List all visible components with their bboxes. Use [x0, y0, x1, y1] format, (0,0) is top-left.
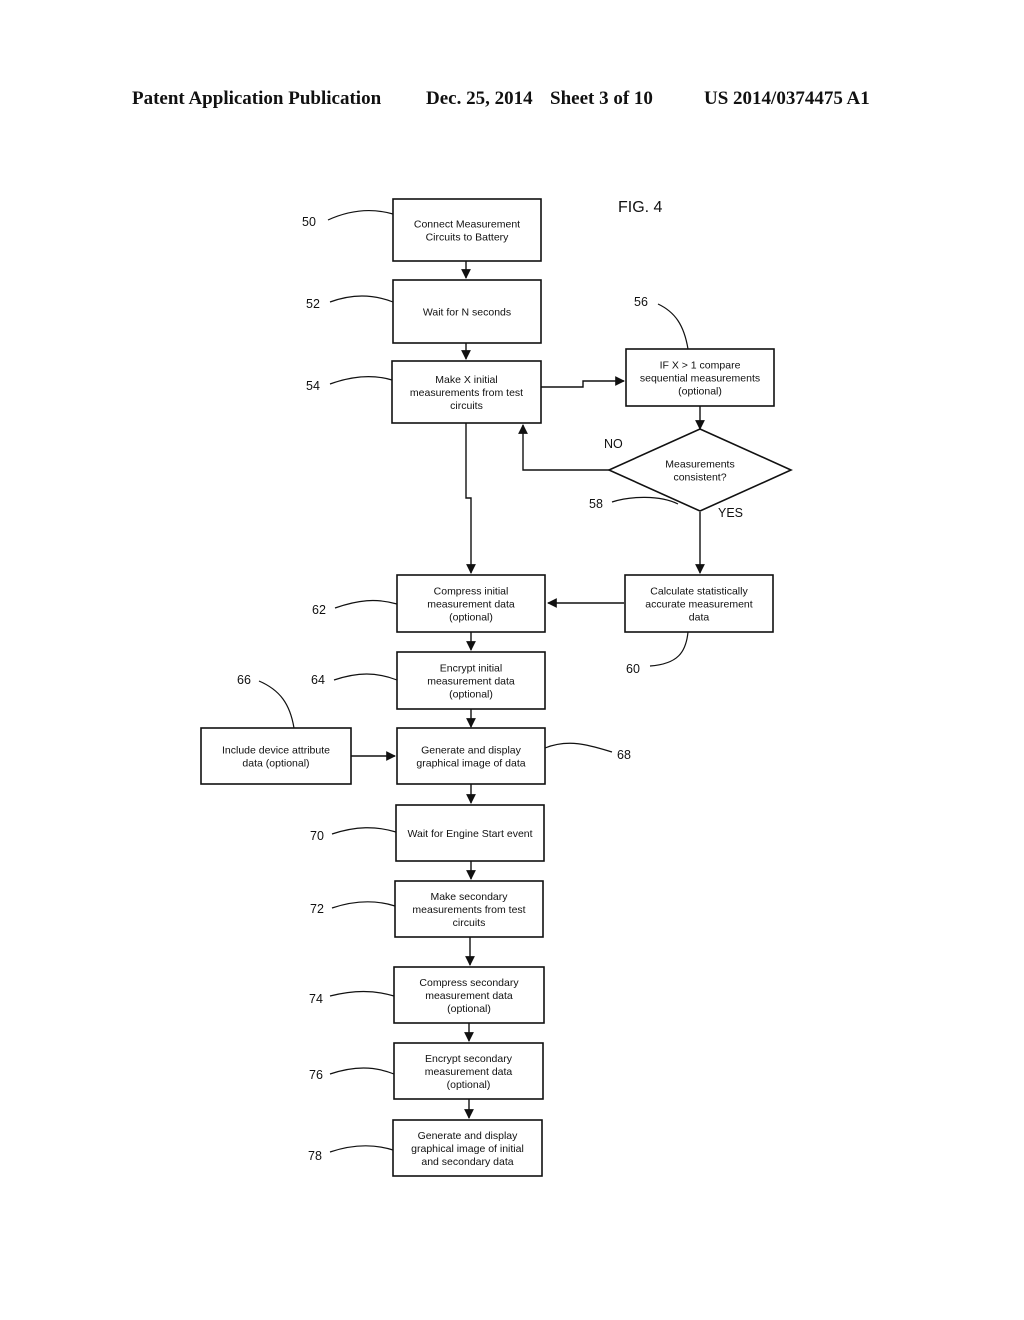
figure-label: FIG. 4 — [618, 199, 663, 216]
step-text-line: measurement data — [427, 599, 515, 611]
reference-numeral: 64 — [311, 673, 325, 687]
no-label: NO — [604, 437, 623, 451]
step-text-line: IF X > 1 compare — [660, 360, 741, 372]
reference-leader-line — [331, 827, 397, 835]
reference-numeral: 66 — [237, 673, 251, 687]
step-text-line: (optional) — [447, 1003, 491, 1015]
reference-numeral: 70 — [310, 829, 324, 843]
step-54: Make X initialmeasurements from testcirc… — [306, 360, 542, 424]
step-76: Encrypt secondarymeasurement data(option… — [309, 1042, 544, 1100]
step-text-line: data (optional) — [242, 758, 309, 770]
step-text-line: (optional) — [449, 689, 493, 701]
reference-leader-line — [611, 496, 679, 505]
reference-numeral: 62 — [312, 603, 326, 617]
reference-leader-line — [333, 673, 398, 681]
step-text-line: measurements from test — [412, 904, 525, 916]
step-text-line: Compress secondary — [419, 977, 519, 989]
step-text-line: circuits — [450, 400, 483, 412]
reference-numeral: 78 — [308, 1149, 322, 1163]
step-text-line: Make X initial — [435, 374, 497, 386]
step-text-line: (optional) — [678, 386, 722, 398]
step-text-line: and secondary data — [421, 1156, 513, 1168]
step-50: Connect MeasurementCircuits to Battery 50 — [302, 198, 542, 262]
step-text-line: Include device attribute — [222, 745, 330, 757]
reference-leader-line — [329, 990, 395, 997]
step-text-line: accurate measurement — [645, 599, 752, 611]
reference-numeral: 58 — [589, 497, 603, 511]
step-64: Encrypt initialmeasurement data(optional… — [311, 651, 546, 710]
reference-leader-line — [334, 599, 398, 609]
reference-leader-line — [331, 901, 396, 909]
step-70: Wait for Engine Start event 70 — [310, 804, 545, 862]
reference-numeral: 52 — [306, 297, 320, 311]
step-text-line: graphical image of initial — [411, 1143, 524, 1155]
reference-numeral: 56 — [634, 295, 648, 309]
step-text-line: Wait for Engine Start event — [407, 828, 532, 840]
step-text-line: measurements from test — [410, 387, 523, 399]
step-text-line: consistent? — [673, 472, 726, 484]
step-text-line: measurement data — [425, 990, 513, 1002]
flowchart: FIG. 4 Connect MeasurementCircuits to Ba… — [200, 198, 793, 1177]
step-78: Generate and displaygraphical image of i… — [308, 1119, 543, 1177]
reference-leader-line — [649, 631, 689, 667]
reference-numeral: 54 — [306, 379, 320, 393]
reference-numeral: 60 — [626, 662, 640, 676]
reference-leader-line — [329, 1145, 394, 1153]
reference-leader-line — [329, 295, 394, 303]
step-text-line: Calculate statistically — [650, 586, 748, 598]
reference-leader-line — [657, 303, 689, 350]
step-text-line: Generate and display — [418, 1130, 519, 1142]
step-text-line: Generate and display — [421, 745, 522, 757]
step-text-line: measurement data — [425, 1066, 513, 1078]
step-72: Make secondarymeasurements from testcirc… — [310, 880, 544, 938]
reference-leader-line — [329, 1067, 395, 1075]
step-text-line: circuits — [453, 917, 486, 929]
step-text-line: Make secondary — [430, 891, 508, 903]
step-text-line: Wait for N seconds — [423, 307, 511, 319]
arrow-54-62 — [465, 423, 476, 574]
step-text-line: Encrypt initial — [440, 663, 502, 675]
step-text-line: (optional) — [447, 1079, 491, 1091]
reference-numeral: 50 — [302, 215, 316, 229]
step-text-line: Measurements — [665, 459, 734, 471]
reference-leader-line — [258, 680, 295, 729]
step-text-line: (optional) — [449, 612, 493, 624]
step-text-line: sequential measurements — [640, 373, 760, 385]
step-text-line: Encrypt secondary — [425, 1053, 513, 1065]
step-text-line: Compress initial — [434, 586, 509, 598]
arrow-58-no — [518, 424, 609, 471]
step-62: Compress initialmeasurement data(optiona… — [312, 574, 546, 633]
reference-leader-line — [329, 375, 393, 385]
reference-numeral: 74 — [309, 992, 323, 1006]
step-text-line: Connect Measurement — [414, 219, 520, 231]
reference-numeral: 76 — [309, 1068, 323, 1082]
reference-leader-line — [544, 742, 613, 753]
step-text-line: graphical image of data — [416, 758, 525, 770]
step-text-line: data — [689, 612, 710, 624]
yes-label: YES — [718, 506, 743, 520]
step-56: IF X > 1 comparesequential measurements(… — [625, 295, 775, 407]
step-74: Compress secondarymeasurement data(optio… — [309, 966, 545, 1024]
step-68: Generate and displaygraphical image of d… — [396, 727, 631, 785]
step-52: Wait for N seconds 52 — [306, 279, 542, 344]
reference-leader-line — [327, 210, 394, 221]
arrow-54-56 — [541, 376, 625, 388]
step-66: Include device attributedata (optional) 6… — [200, 673, 352, 785]
reference-numeral: 72 — [310, 902, 324, 916]
step-60: Calculate statisticallyaccurate measurem… — [624, 574, 774, 676]
step-text-line: measurement data — [427, 676, 515, 688]
step-text-line: Circuits to Battery — [426, 232, 510, 244]
reference-numeral: 68 — [617, 748, 631, 762]
